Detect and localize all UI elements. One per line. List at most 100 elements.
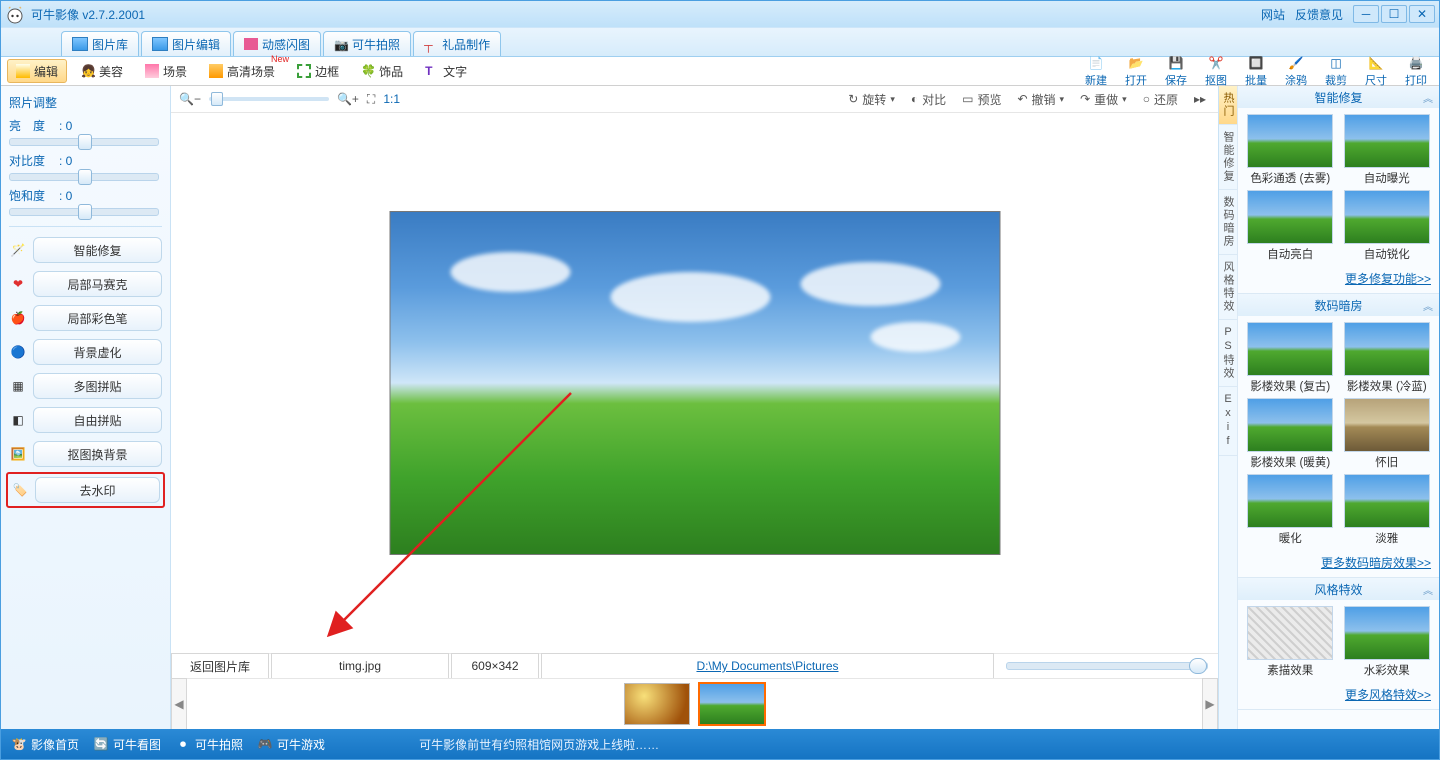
tab-gif[interactable]: 动感闪图 [233,31,321,56]
slider-saturation[interactable] [9,208,159,216]
effect-nostalgic[interactable]: 怀旧 [1341,398,1434,470]
slider-thumb[interactable] [78,204,92,220]
subtab-decor[interactable]: 🍀饰品 [353,60,411,82]
hdscene-icon [209,64,223,78]
subtab-text[interactable]: T文字 [417,60,475,82]
effect-warm[interactable]: 暖化 [1244,474,1337,546]
subtab-edit[interactable]: 编辑 [7,59,67,83]
tab-gallery[interactable]: 图片库 [61,31,139,56]
btn-save[interactable]: 💾保存 [1159,54,1193,88]
tab-gift[interactable]: ┬礼品制作 [413,31,501,56]
subtab-hdscene[interactable]: 高清场景New [201,60,283,82]
status-path[interactable]: D:\My Documents\Pictures [541,653,994,679]
bb-game[interactable]: 🎮可牛游戏 [257,736,325,753]
zoom-out-icon[interactable]: 🔍− [179,92,201,106]
more-style-link[interactable]: 更多风格特效>> [1238,684,1439,709]
lp-free-collage[interactable]: 自由拼贴 [33,407,162,433]
cutout-icon: ✂️ [1206,54,1226,72]
btn-undo[interactable]: ↶撤销▾ [1013,91,1068,108]
more-darkroom-link[interactable]: 更多数码暗房效果>> [1238,552,1439,577]
image-preview [389,211,1000,555]
bb-camera[interactable]: ⏺可牛拍照 [175,736,243,753]
btn-open[interactable]: 📂打开 [1119,54,1153,88]
zoom-slider[interactable] [209,97,329,101]
status-filename: timg.jpg [271,653,449,679]
lp-mosaic[interactable]: 局部马赛克 [33,271,162,297]
btn-back-to-gallery[interactable]: 返回图片库 [171,653,269,679]
tab-camera[interactable]: 📷可牛拍照 [323,31,411,56]
bb-home[interactable]: 🐮影像首页 [11,736,79,753]
lp-remove-watermark[interactable]: 去水印 [35,477,160,503]
slider-thumb[interactable] [78,134,92,150]
vtab-smart[interactable]: 智能修复 [1219,125,1237,190]
vtab-darkroom[interactable]: 数码暗房 [1219,190,1237,255]
thumbnail-1[interactable] [624,683,690,725]
crop-icon: ◫ [1326,54,1346,72]
fit-screen-icon[interactable]: ⛶ [367,92,375,107]
lp-blur-bg[interactable]: 背景虚化 [33,339,162,365]
vtab-ps[interactable]: PS特效 [1219,320,1237,387]
vtab-exif[interactable]: Exif [1219,387,1237,456]
btn-restore[interactable]: ○还原 [1139,91,1182,108]
btn-redo[interactable]: ↷重做▾ [1076,91,1131,108]
section-smart-repair[interactable]: 智能修复︽ [1238,86,1439,108]
vtab-hot[interactable]: 热门 [1219,86,1237,125]
lp-multi-collage[interactable]: 多图拼贴 [33,373,162,399]
canvas[interactable] [171,113,1218,653]
btn-new[interactable]: 📄新建 [1079,54,1113,88]
btn-batch[interactable]: 🔲批量 [1239,54,1273,88]
effect-watercolor[interactable]: 水彩效果 [1341,606,1434,678]
compare-icon: ◐ [911,92,918,106]
section-style-fx[interactable]: 风格特效︽ [1238,578,1439,600]
link-website[interactable]: 网站 [1261,6,1285,23]
slider-thumb[interactable] [1189,658,1207,674]
navigator-slider[interactable] [1006,662,1208,670]
effect-auto-sharpen[interactable]: 自动锐化 [1341,190,1434,262]
minimize-button[interactable]: ─ [1353,5,1379,23]
main-tabs: 图片库 图片编辑 动感闪图 📷可牛拍照 ┬礼品制作 [1,27,1439,57]
lp-smart-repair[interactable]: 智能修复 [33,237,162,263]
one-to-one[interactable]: 1:1 [383,92,400,106]
effect-warm-yellow[interactable]: 影楼效果 (暖黄) [1244,398,1337,470]
effect-auto-whiten[interactable]: 自动亮白 [1244,190,1337,262]
close-button[interactable]: ✕ [1409,5,1435,23]
btn-collapse-right[interactable]: ▸▸ [1190,92,1210,106]
btn-crop[interactable]: ◫裁剪 [1319,54,1353,88]
btn-size[interactable]: 📐尺寸 [1359,54,1393,88]
text-icon: T [425,64,439,78]
thumbnail-2-selected[interactable] [698,682,766,726]
btn-compare[interactable]: ◐对比 [907,91,950,108]
effect-sketch[interactable]: 素描效果 [1244,606,1337,678]
bb-view[interactable]: 🔄可牛看图 [93,736,161,753]
section-darkroom[interactable]: 数码暗房︽ [1238,294,1439,316]
btn-preview[interactable]: ▭预览 [958,91,1005,108]
more-repair-link[interactable]: 更多修复功能>> [1238,268,1439,293]
subtab-scene[interactable]: 场景 [137,60,195,82]
filmstrip-prev[interactable]: ◀ [171,678,187,730]
filmstrip-next[interactable]: ▶ [1202,678,1218,730]
slider-thumb[interactable] [211,92,223,106]
slider-contrast[interactable] [9,173,159,181]
edit-tool-icon [16,64,30,78]
link-feedback[interactable]: 反馈意见 [1295,6,1343,23]
zoom-in-icon[interactable]: 🔍+ [337,92,359,106]
btn-print[interactable]: 🖨️打印 [1399,54,1433,88]
new-tag: New [271,54,289,64]
effect-dehaze[interactable]: 色彩通透 (去雾) [1244,114,1337,186]
btn-doodle[interactable]: 🖌️涂鸦 [1279,54,1313,88]
subtab-frame[interactable]: 边框 [289,60,347,82]
effect-auto-exposure[interactable]: 自动曝光 [1341,114,1434,186]
maximize-button[interactable]: ☐ [1381,5,1407,23]
slider-brightness[interactable] [9,138,159,146]
vtab-style[interactable]: 风格特效 [1219,255,1237,320]
tab-edit[interactable]: 图片编辑 [141,31,231,56]
effect-cool-blue[interactable]: 影楼效果 (冷蓝) [1341,322,1434,394]
effect-elegant[interactable]: 淡雅 [1341,474,1434,546]
btn-cutout[interactable]: ✂️抠图 [1199,54,1233,88]
lp-colorpen[interactable]: 局部彩色笔 [33,305,162,331]
lp-cutout-bg[interactable]: 抠图换背景 [33,441,162,467]
btn-rotate[interactable]: ↻旋转▾ [844,91,899,108]
effect-retro[interactable]: 影楼效果 (复古) [1244,322,1337,394]
subtab-beauty[interactable]: 👧美容 [73,60,131,82]
slider-thumb[interactable] [78,169,92,185]
